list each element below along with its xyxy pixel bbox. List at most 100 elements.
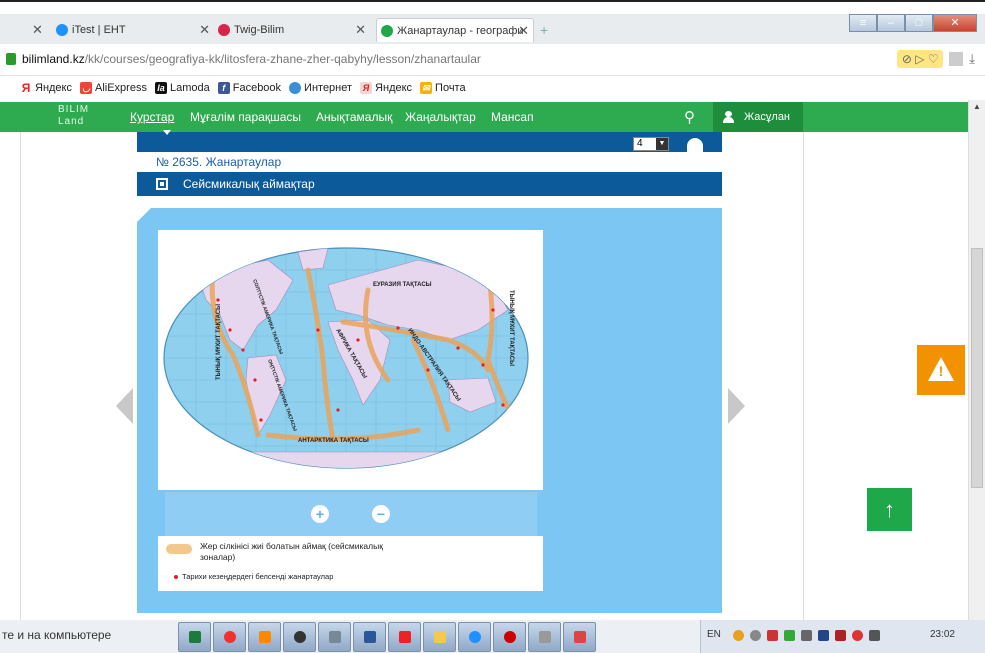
tab-itest[interactable]: iTest | ЕНТ ✕ <box>56 18 214 42</box>
ie-icon[interactable] <box>458 622 491 652</box>
url-path: /kk/courses/geografiya-kk/litosfera-zhan… <box>84 52 481 66</box>
bookmark-aliexpress[interactable]: ◡ AliExpress <box>80 82 147 94</box>
seismic-zone-swatch <box>166 544 192 554</box>
aliexpress-icon: ◡ <box>80 82 92 94</box>
tray-app-icon[interactable] <box>835 630 846 641</box>
taskbar-apps <box>178 620 596 653</box>
adblock-icon[interactable]: ⊘ ▷ ♡ <box>897 50 944 68</box>
nav-teacher-page[interactable]: Мұғалім парақшасы <box>190 110 301 124</box>
user-menu[interactable]: Жасұлан <box>713 102 803 132</box>
page-scrollbar[interactable]: ▲ <box>968 100 985 620</box>
network-icon[interactable] <box>784 630 795 641</box>
seismic-map: ЕУРАЗИЯ ТАҚТАСЫ АФРИКА ТАҚТАСЫ ИНДО-АВСТ… <box>158 230 543 490</box>
window-top-edge <box>0 0 985 8</box>
new-tab-icon[interactable]: + <box>540 18 556 42</box>
bookmark-yandex[interactable]: Я Яндекс <box>20 82 72 94</box>
section-header: Сейсмикалық аймақтар <box>137 172 722 196</box>
app-icon[interactable] <box>563 622 596 652</box>
tray-icons <box>733 630 880 641</box>
page-select[interactable]: 4 ▼ <box>633 137 669 151</box>
user-name: Жасұлан <box>744 111 791 123</box>
media-icon[interactable] <box>248 622 281 652</box>
scroll-top-button[interactable]: ↑ <box>867 488 912 531</box>
ok-icon[interactable] <box>283 622 316 652</box>
minimize-icon[interactable]: – <box>877 14 905 32</box>
volcano-label: Тарихи кезеңдердегі белсенді жанартаулар <box>182 572 334 581</box>
report-error-button[interactable]: ! <box>917 345 965 395</box>
tray-app-icon[interactable] <box>767 630 778 641</box>
mail-icon: ✉ <box>420 82 433 94</box>
yandex-browser-icon[interactable] <box>388 622 421 652</box>
bookmark-yandex-2[interactable]: Я Яндекс <box>360 82 412 94</box>
bookmark-facebook[interactable]: f Facebook <box>217 82 281 94</box>
logo-top: BILIM <box>58 104 90 115</box>
maximize-icon[interactable]: □ <box>905 14 933 32</box>
address-actions: ⊘ ▷ ♡ ⤓ <box>897 50 975 68</box>
tray-app-icon[interactable] <box>750 630 761 641</box>
bookmark-mail[interactable]: ✉ Почта <box>420 82 466 94</box>
next-slide-icon[interactable] <box>728 388 745 424</box>
nav-career[interactable]: Мансап <box>491 110 534 124</box>
zoom-in-icon[interactable]: + <box>311 505 329 523</box>
tray-app-icon[interactable] <box>852 630 863 641</box>
bookmark-internet[interactable]: Интернет <box>289 82 352 94</box>
tab-close-icon[interactable]: ✕ <box>355 22 366 38</box>
tab-zhanartaular[interactable]: Жанартаулар - географи ✕ <box>376 18 534 42</box>
close-window-icon[interactable]: ✕ <box>933 14 977 32</box>
tab-close-icon[interactable]: ✕ <box>32 22 43 38</box>
world-map-svg: ЕУРАЗИЯ ТАҚТАСЫ АФРИКА ТАҚТАСЫ ИНДО-АВСТ… <box>163 247 529 469</box>
download-icon[interactable]: ⤓ <box>969 51 975 67</box>
lamoda-icon: la <box>154 82 167 94</box>
tray-app-icon[interactable] <box>733 630 744 641</box>
zoom-bar: + − <box>165 492 537 536</box>
tab-close-icon[interactable]: ✕ <box>518 23 529 39</box>
map-legend: Жер сілкінісі жиі болатын аймақ (сейсмик… <box>158 536 543 591</box>
yandex-icon: Я <box>21 81 31 95</box>
twig-favicon-icon <box>218 24 230 36</box>
window-controls: ≡ – □ ✕ <box>849 14 977 32</box>
bilimland-logo[interactable]: BILIM Land <box>58 104 89 128</box>
lesson-menu-icon[interactable] <box>687 138 703 152</box>
address-bar[interactable]: bilimland.kz/kk/courses/geografiya-kk/li… <box>0 44 985 76</box>
tray-app-icon[interactable] <box>869 630 880 641</box>
keyboard-language[interactable]: EN <box>707 629 721 640</box>
section-icon <box>156 178 168 190</box>
exclamation-icon: ! <box>938 363 944 379</box>
tray-app-icon[interactable] <box>818 630 829 641</box>
bookmark-lamoda[interactable]: la Lamoda <box>154 82 210 94</box>
logo-bottom: Land <box>58 116 85 127</box>
menu-icon[interactable]: ≡ <box>849 14 877 32</box>
clock[interactable]: 23:02 <box>930 629 955 640</box>
prev-slide-icon[interactable] <box>116 388 133 424</box>
word-icon[interactable] <box>353 622 386 652</box>
window-icon[interactable] <box>318 622 351 652</box>
tab-label: Жанартаулар - географи <box>397 24 524 37</box>
lesson-number: № 2635. Жанартаулар <box>156 155 282 169</box>
tab-close-icon[interactable]: ✕ <box>199 22 210 38</box>
scroll-up-icon[interactable]: ▲ <box>973 102 981 111</box>
nav-reference[interactable]: Анықтамалық <box>316 110 392 124</box>
scroll-thumb[interactable] <box>971 248 983 488</box>
volume-icon[interactable] <box>801 630 812 641</box>
seismic-zone-label: Жер сілкінісі жиі болатын аймақ (сейсмик… <box>200 541 383 562</box>
tool-icon[interactable] <box>528 622 561 652</box>
tab-first[interactable]: ✕ <box>20 18 52 42</box>
tab-bar: ✕ iTest | ЕНТ ✕ Twig-Bilim ✕ Жанартаулар… <box>0 14 985 44</box>
chrome-icon[interactable] <box>213 622 246 652</box>
nav-news[interactable]: Жаңалықтар <box>405 110 476 124</box>
search-icon[interactable]: ⚲ <box>684 108 695 126</box>
plate-label: ЕУРАЗИЯ ТАҚТАСЫ <box>373 282 432 288</box>
collapse-icon[interactable] <box>163 130 171 135</box>
screen: ✕ iTest | ЕНТ ✕ Twig-Bilim ✕ Жанартаулар… <box>0 0 985 653</box>
zoom-out-icon[interactable]: − <box>372 505 390 523</box>
nav-kurstar[interactable]: Курстар <box>130 110 174 124</box>
opera-icon[interactable] <box>493 622 526 652</box>
extension-icon[interactable] <box>949 52 964 66</box>
excel-icon[interactable] <box>178 622 211 652</box>
system-tray: EN 23:02 <box>700 620 985 653</box>
url-text[interactable]: bilimland.kz/kk/courses/geografiya-kk/li… <box>22 52 481 66</box>
bookmark-label: Яндекс <box>35 82 72 94</box>
tab-twig-bilim[interactable]: Twig-Bilim ✕ <box>218 18 370 42</box>
explorer-icon[interactable] <box>423 622 456 652</box>
lock-icon <box>6 53 16 65</box>
